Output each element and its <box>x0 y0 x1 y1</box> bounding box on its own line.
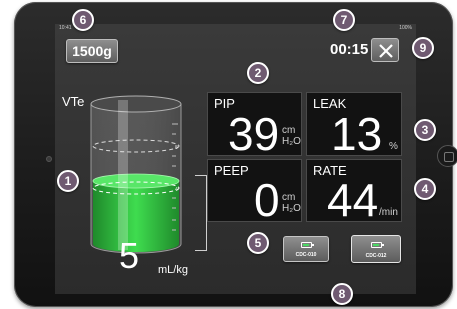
callout-marker-7: 7 <box>333 9 355 31</box>
vte-label: VTe <box>62 94 85 109</box>
status-time: 10:41 <box>59 25 72 31</box>
home-button[interactable] <box>437 145 457 167</box>
peep-unit: cm H₂O <box>282 192 301 214</box>
pip-value: 39 <box>228 108 280 160</box>
device-label: CDC-012 <box>365 253 387 259</box>
vte-value: 5 <box>119 235 140 276</box>
pip-tile[interactable]: PIP 39 cm H₂O <box>207 92 302 160</box>
close-button[interactable] <box>371 38 399 62</box>
scale-mark-4: 4 <box>175 187 178 193</box>
callout-marker-4: 4 <box>414 178 436 200</box>
status-bar: 10:41 100% <box>55 24 416 32</box>
battery-icon <box>301 242 314 248</box>
device-label: CDC-010 <box>295 252 317 258</box>
session-timer: 00:15 <box>330 41 369 58</box>
rate-tile[interactable]: RATE 44 /min <box>306 159 402 226</box>
weight-button[interactable]: 1500g <box>66 39 118 63</box>
ventilator-screen: 10:41 100% 1500g 00:15 VTe 8 4 5 mL/kg P… <box>55 24 416 294</box>
scale-mark-8: 8 <box>175 145 178 151</box>
leak-unit: % <box>389 141 398 152</box>
battery-icon <box>371 242 384 248</box>
callout-marker-9: 9 <box>412 37 434 59</box>
peep-value: 0 <box>254 174 280 226</box>
device-button-cdc-010[interactable]: CDC-010 <box>283 236 329 262</box>
vte-bracket <box>195 175 207 251</box>
peep-tile[interactable]: PEEP 0 cm H₂O <box>207 159 302 226</box>
status-battery: 100% <box>399 25 412 31</box>
callout-marker-3: 3 <box>414 119 436 141</box>
camera-dot <box>46 156 52 162</box>
leak-value: 13 <box>331 108 383 160</box>
callout-marker-5: 5 <box>247 232 269 254</box>
callout-marker-8: 8 <box>331 283 353 305</box>
callout-marker-1: 1 <box>57 170 79 192</box>
pip-unit: cm H₂O <box>282 125 301 147</box>
leak-tile[interactable]: LEAK 13 % <box>306 92 402 160</box>
close-icon <box>379 44 393 58</box>
callout-marker-6: 6 <box>72 9 94 31</box>
peep-label: PEEP <box>214 163 249 178</box>
rate-value: 44 <box>327 174 379 226</box>
rate-unit: /min <box>379 207 398 218</box>
vte-unit: mL/kg <box>158 264 188 276</box>
device-button-cdc-012[interactable]: CDC-012 <box>351 235 401 263</box>
callout-marker-2: 2 <box>247 62 269 84</box>
